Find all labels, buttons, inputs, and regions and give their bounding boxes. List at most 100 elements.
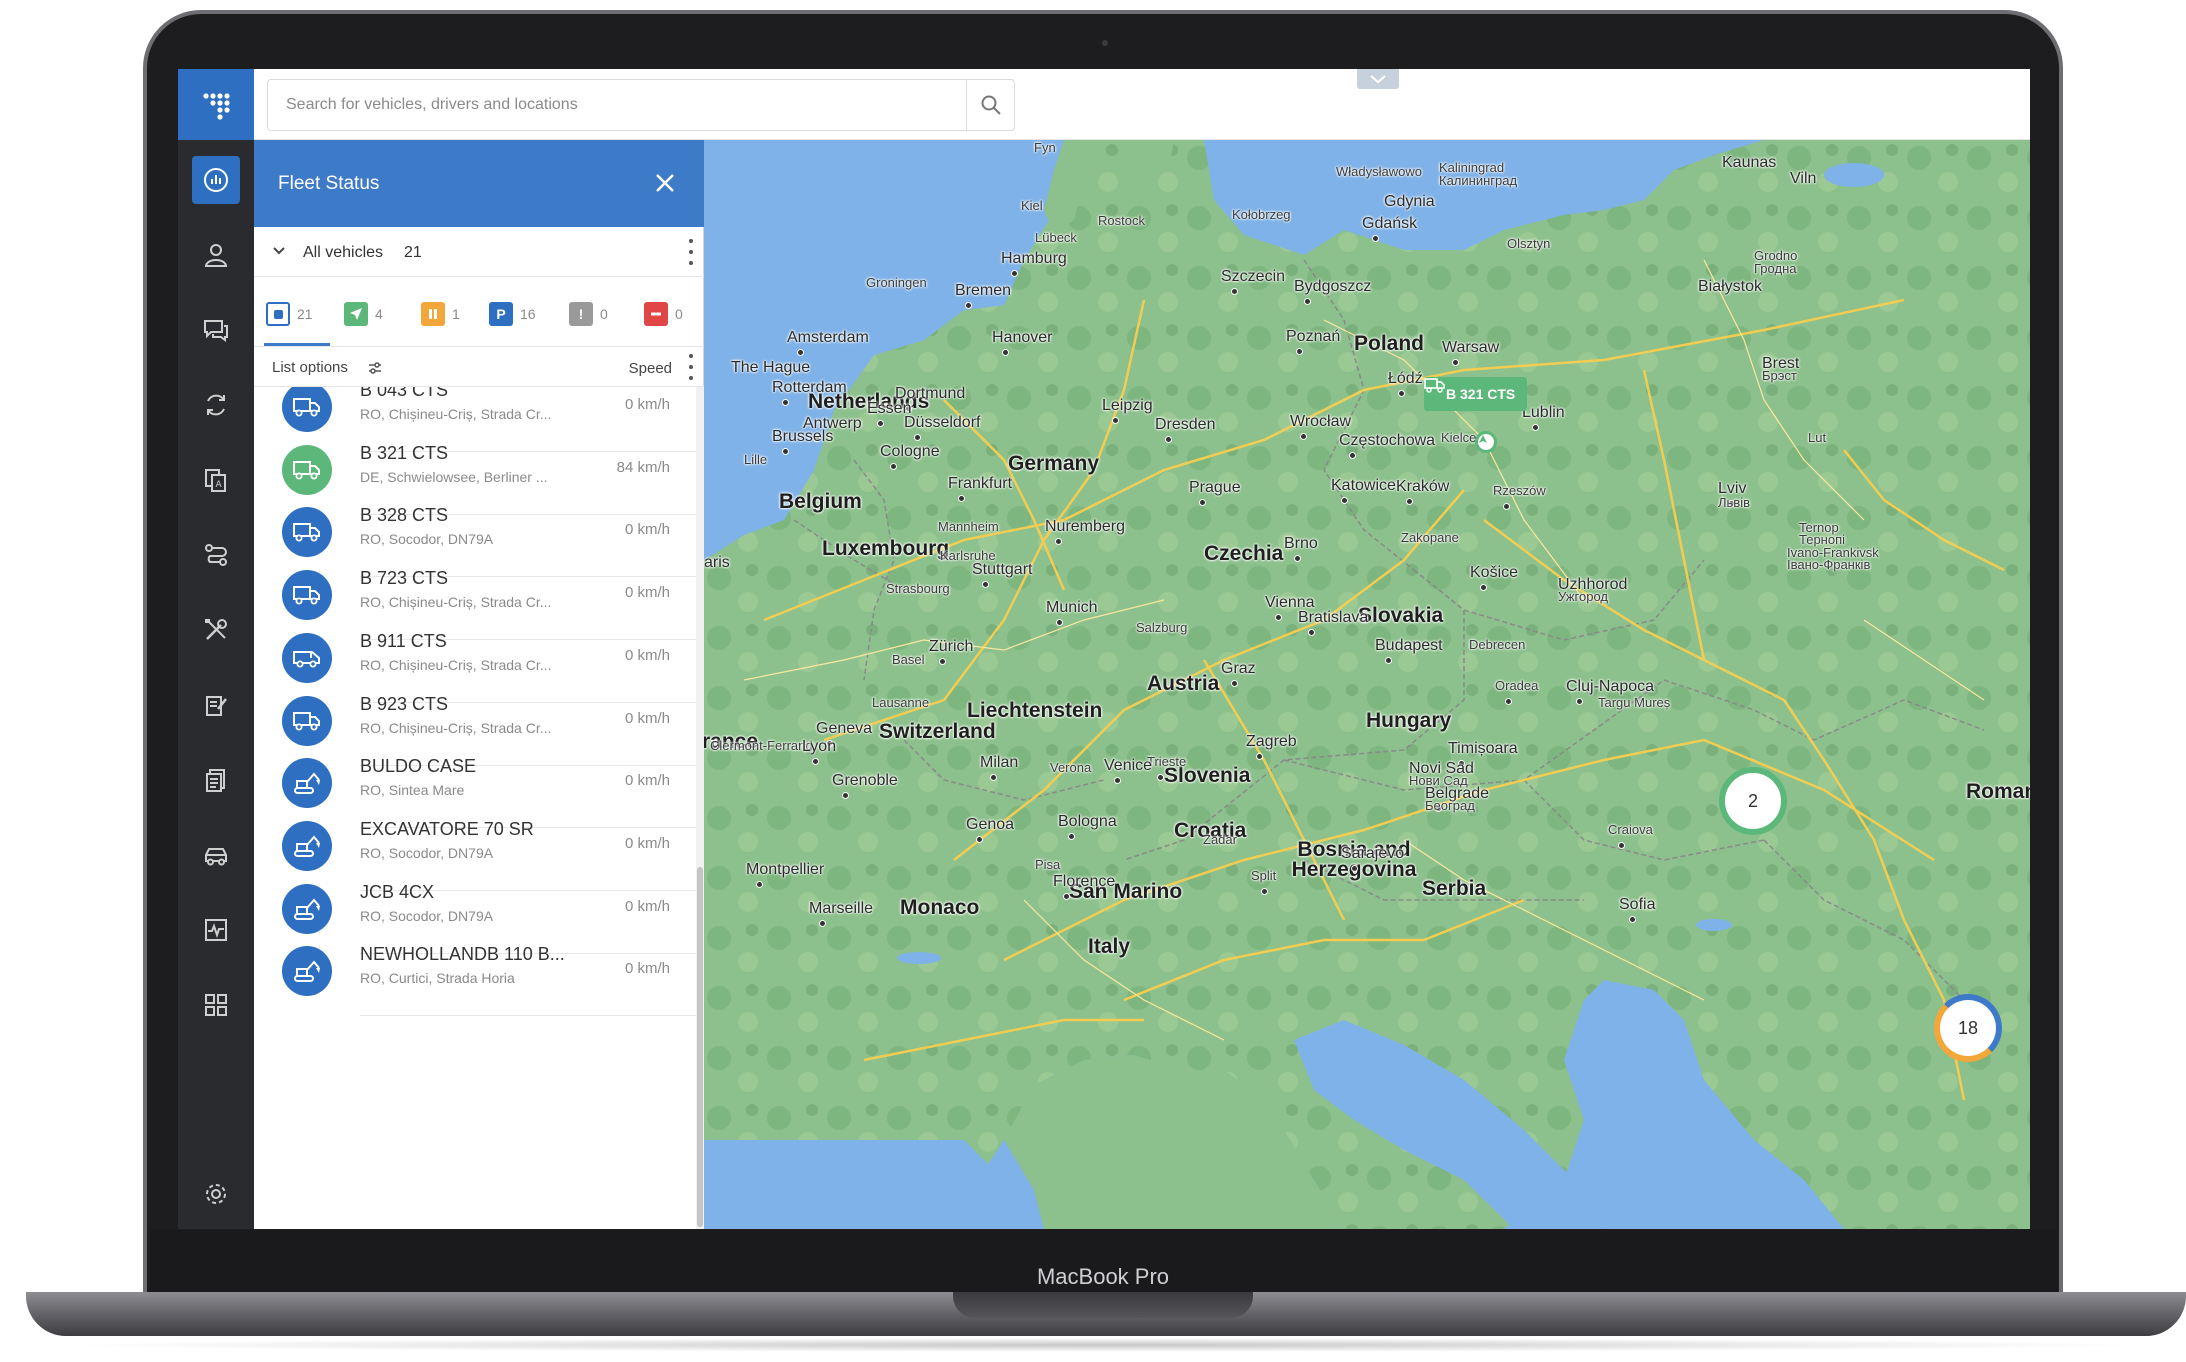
map-city-label: Groningen [866, 275, 927, 290]
nav-vehicles[interactable] [192, 831, 240, 879]
map-city-label: Zadar [1203, 832, 1237, 847]
map-city-dot [1165, 436, 1172, 443]
filter-moving[interactable]: 4 [344, 301, 383, 327]
vehicle-row[interactable]: NEWHOLLANDB 110 B... RO, Curtici, Strada … [254, 928, 696, 1017]
list-options-button[interactable]: List options [272, 359, 348, 376]
nav-routes[interactable] [192, 381, 240, 429]
map-cluster[interactable]: 18 [1934, 994, 2002, 1062]
map-country-label: Italy [1088, 935, 1131, 958]
map-vehicle-marker[interactable] [1475, 431, 1497, 453]
map-city-label: Kaunas [1722, 154, 1777, 171]
nav-settings[interactable] [192, 1170, 240, 1218]
map-country-label: Germany [1008, 452, 1100, 475]
search-button[interactable] [966, 80, 1014, 130]
close-panel-button[interactable] [648, 166, 682, 200]
map-cluster[interactable]: 2 [1719, 767, 1787, 835]
map-city-dot [812, 758, 819, 765]
map-city-dot [1576, 698, 1583, 705]
speed-column-label[interactable]: Speed [629, 360, 672, 377]
screen: A Fleet Status [178, 69, 2030, 1229]
map-city-label: Rzeszów [1493, 483, 1546, 498]
scrollbar-thumb[interactable] [697, 867, 703, 1227]
map-city-label: Kiel [1021, 198, 1043, 213]
map-city-label: Lut [1808, 430, 1827, 445]
map-city-dot [1296, 348, 1303, 355]
map-city-dot [1300, 433, 1307, 440]
nav-maintenance[interactable] [192, 606, 240, 654]
map-city-dot [1452, 359, 1459, 366]
map-city-label: Zakopane [1401, 530, 1459, 545]
map-city-label: Košice [1470, 564, 1519, 581]
filter-alert[interactable]: ! 0 [569, 301, 608, 327]
nav-reports[interactable] [192, 756, 240, 804]
map-view[interactable]: Netherlands Belgium Luxembourg Germany Czech… [704, 140, 2030, 1229]
search-input[interactable] [268, 80, 968, 130]
route-icon [205, 544, 227, 566]
map-city-label: Salzburg [1136, 620, 1188, 635]
vehicle-name: NEWHOLLANDB 110 B... [360, 944, 565, 965]
nav-drivers[interactable] [192, 231, 240, 279]
map-vehicle-label[interactable]: B 321 CTS [1424, 377, 1528, 411]
map-city-label: Hamburg [1001, 250, 1067, 267]
map-city-dot [1341, 497, 1348, 504]
map-city-label: Kołobrzeg [1232, 207, 1291, 222]
truck-icon [282, 695, 332, 746]
map-city-dot [1629, 916, 1636, 923]
vehicle-name: B 043 CTS [360, 387, 449, 400]
map-city-label: Hanover [992, 329, 1053, 346]
map-city-label: Cologne [880, 443, 940, 460]
files-icon: A [205, 469, 226, 492]
vehicle-name: JCB 4CX [360, 881, 435, 902]
map-city-label: Grenoble [832, 772, 898, 789]
nav-activity[interactable] [192, 906, 240, 954]
map-city-label: Olsztyn [1507, 236, 1551, 251]
nav-documents[interactable]: A [192, 456, 240, 504]
all-vehicles-icon [266, 302, 290, 326]
filter-stopped[interactable]: 0 [644, 301, 683, 327]
map-country-label: Switzerland [879, 720, 996, 743]
map-city-label: Брэст [1762, 368, 1797, 383]
filter-all[interactable]: 21 [266, 301, 313, 327]
map-city-label: Dresden [1155, 416, 1216, 433]
filter-count: 0 [675, 306, 683, 322]
map-city-dot [1351, 865, 1358, 872]
group-menu-button[interactable] [688, 239, 694, 265]
vehicle-group-selector[interactable]: All vehicles 21 [254, 227, 704, 277]
nav-trips[interactable] [192, 531, 240, 579]
nav-messages[interactable] [192, 306, 240, 354]
map-city-label: Strasbourg [886, 581, 950, 596]
map-city-dot [1199, 499, 1206, 506]
vehicle-speed: 0 km/h [624, 709, 670, 727]
map-city-label: Craiova [1608, 822, 1653, 837]
vehicle-list-scrollbar[interactable] [696, 387, 704, 1229]
map-city-label: Milan [980, 754, 1019, 771]
search-icon [981, 95, 1001, 115]
filter-idle[interactable]: 1 [421, 301, 460, 327]
vehicle-name: B 923 CTS [360, 693, 449, 714]
nav-logbook[interactable] [192, 681, 240, 729]
nav-fleet-status[interactable] [192, 156, 240, 204]
map-city-label: Brussels [772, 428, 834, 445]
collapse-header-button[interactable] [1357, 69, 1399, 89]
filter-count: 16 [520, 306, 536, 322]
map-city-label: Venice [1104, 757, 1153, 774]
map-city-label: Geneva [816, 720, 873, 737]
list-menu-button[interactable] [688, 354, 694, 380]
vehicle-address: RO, Chișineu-Criș, Strada Cr... [360, 406, 552, 422]
sliders-icon[interactable] [368, 362, 382, 374]
device-label: MacBook Pro [1036, 1264, 1170, 1289]
map-city-dot [1261, 888, 1268, 895]
map-city-label: Sarajevo [1341, 845, 1405, 862]
map-city-dot [982, 581, 989, 588]
map-city-label: Rotterdam [772, 379, 847, 396]
truck-icon [282, 444, 332, 495]
vehicle-address: RO, Curtici, Strada Horia [360, 970, 515, 987]
map-city-label: Timișoara [1448, 740, 1518, 757]
app-logo[interactable] [178, 69, 254, 140]
map-city-label: Lyon [802, 738, 837, 755]
map-city-label: The Hague [731, 359, 811, 376]
filter-parked[interactable]: P 16 [489, 301, 536, 327]
vehicle-address: RO, Chișineu-Criș, Strada Cr... [360, 656, 552, 673]
map-city-label: Bydgoszcz [1294, 278, 1372, 295]
nav-widgets[interactable] [192, 981, 240, 1029]
